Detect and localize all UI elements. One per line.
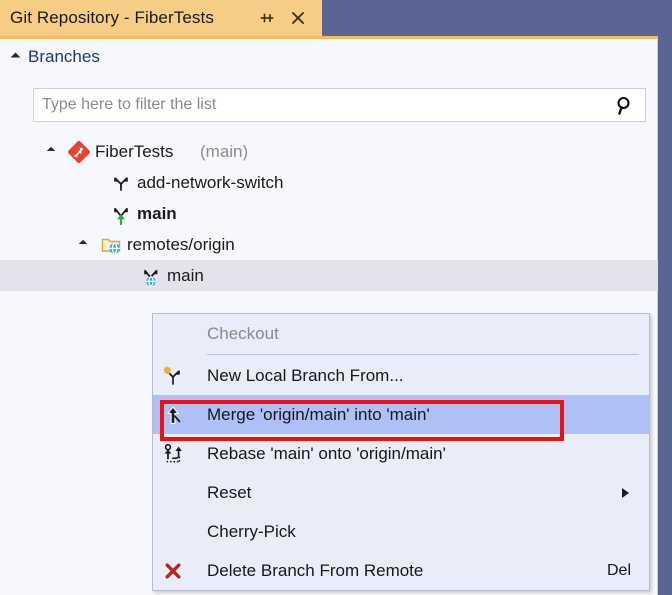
menu-item-delete-branch[interactable]: Delete Branch From Remote Del	[153, 551, 649, 590]
menu-item-merge[interactable]: Merge 'origin/main' into 'main'	[153, 395, 649, 434]
tree-node-suffix: (main)	[200, 142, 248, 162]
tree-node-label: remotes/origin	[127, 235, 235, 255]
tree-node-label: FiberTests	[95, 142, 173, 162]
triangle-down-icon[interactable]	[47, 147, 55, 155]
branches-tree: FiberTests (main) add-network-switch	[0, 136, 658, 291]
menu-item-label: Reset	[193, 483, 251, 503]
rebase-icon	[153, 434, 193, 473]
search-icon[interactable]	[613, 94, 637, 118]
tree-node-label: add-network-switch	[137, 173, 283, 193]
menu-item-shortcut: Del	[607, 551, 631, 590]
chevron-right-icon	[622, 488, 629, 498]
tree-node-fibertests[interactable]: FiberTests (main)	[0, 136, 658, 167]
menu-icon-placeholder	[153, 473, 193, 512]
branch-current-icon	[110, 203, 132, 225]
menu-item-label: Cherry-Pick	[193, 522, 296, 542]
pin-icon[interactable]	[258, 9, 276, 27]
menu-item-label: Merge 'origin/main' into 'main'	[193, 405, 430, 425]
tree-node-remotes-origin[interactable]: remotes/origin	[0, 229, 658, 260]
tree-node-label: main	[167, 266, 204, 286]
window-right-edge	[658, 36, 672, 595]
menu-item-reset[interactable]: Reset	[153, 473, 649, 512]
menu-item-rebase[interactable]: Rebase 'main' onto 'origin/main'	[153, 434, 649, 473]
delete-icon	[153, 551, 193, 590]
tree-node-main-local[interactable]: main	[0, 198, 658, 229]
tree-node-add-network-switch[interactable]: add-network-switch	[0, 167, 658, 198]
menu-item-label: New Local Branch From...	[193, 366, 404, 386]
git-repository-icon	[68, 141, 90, 163]
remote-branch-icon	[140, 265, 162, 287]
title-bar: Git Repository - FiberTests	[0, 0, 672, 36]
menu-item-checkout: Checkout	[153, 314, 649, 353]
search-input[interactable]	[34, 89, 604, 121]
menu-item-new-local-branch[interactable]: New Local Branch From...	[153, 356, 649, 395]
branches-section-header[interactable]: Branches	[8, 44, 100, 70]
menu-icon-placeholder	[153, 314, 193, 353]
tree-node-label: main	[137, 204, 177, 224]
remote-folder-icon	[100, 234, 122, 256]
tab-title: Git Repository - FiberTests	[10, 8, 214, 28]
menu-item-label: Checkout	[193, 324, 279, 344]
context-menu: Checkout	[152, 313, 650, 591]
menu-icon-placeholder	[153, 512, 193, 551]
new-branch-icon	[153, 356, 193, 395]
git-repository-window: Git Repository - FiberTests	[0, 0, 672, 595]
branch-icon	[110, 172, 132, 194]
close-icon[interactable]	[288, 8, 308, 28]
triangle-down-icon[interactable]	[79, 240, 87, 248]
triangle-down-icon	[11, 52, 21, 62]
page-title: Branches	[28, 47, 100, 67]
menu-separator	[207, 354, 639, 355]
menu-item-label: Delete Branch From Remote	[193, 561, 423, 581]
filter-box[interactable]	[33, 88, 646, 122]
menu-item-cherry-pick[interactable]: Cherry-Pick	[153, 512, 649, 551]
tree-node-remote-main[interactable]: main	[0, 260, 658, 291]
merge-icon	[153, 395, 193, 434]
menu-item-label: Rebase 'main' onto 'origin/main'	[193, 444, 446, 464]
